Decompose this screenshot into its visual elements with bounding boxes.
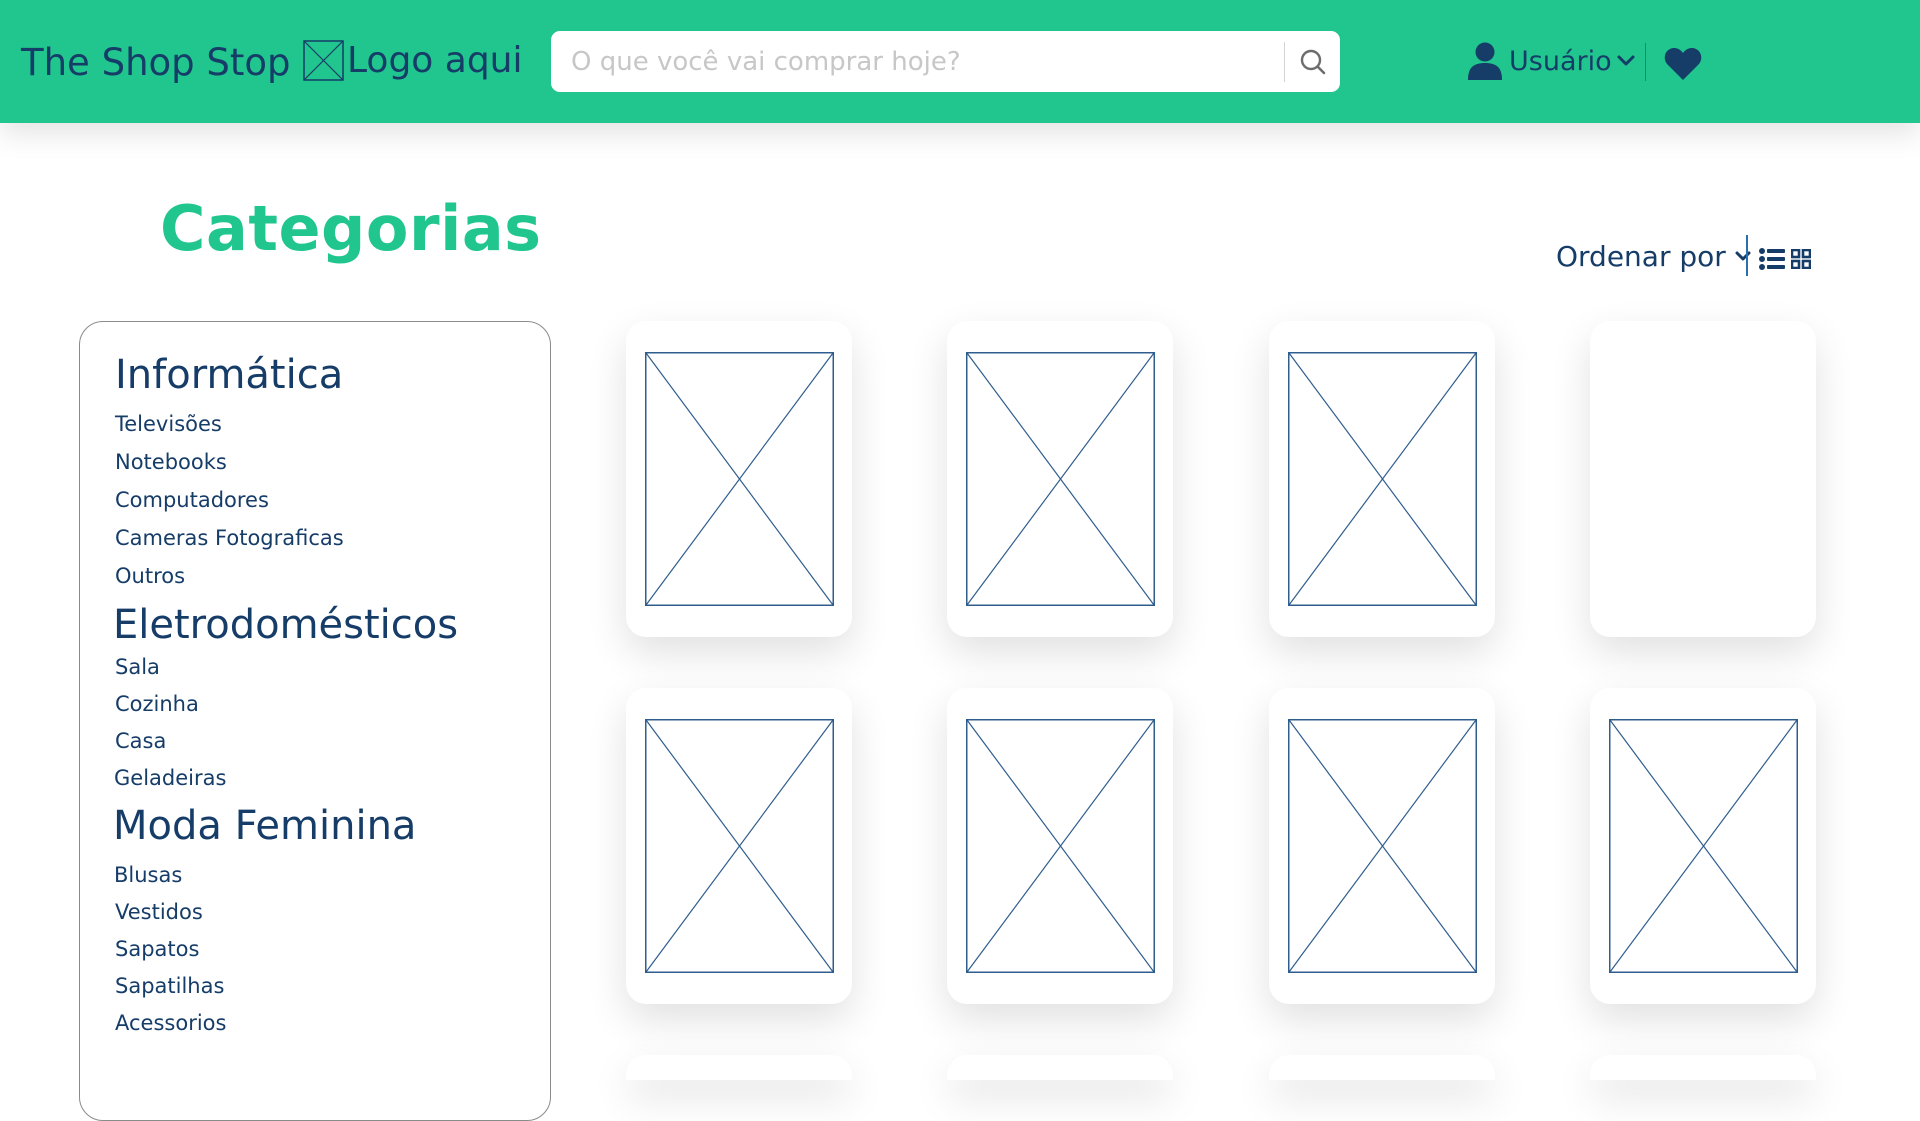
search-bar <box>551 31 1340 92</box>
product-card[interactable] <box>1590 1055 1816 1080</box>
categories-sidebar: Informática Televisões Notebooks Computa… <box>79 321 551 1121</box>
heart-icon <box>1664 48 1702 80</box>
search-icon <box>1300 49 1325 74</box>
category-item-sala[interactable]: Sala <box>115 655 160 679</box>
user-menu[interactable]: Usuário <box>1467 42 1636 80</box>
top-navbar: The Shop Stop Logo aqui Usuário <box>0 0 1920 123</box>
chevron-down-icon <box>1735 251 1751 260</box>
logo[interactable]: Logo aqui <box>303 40 523 81</box>
image-placeholder-icon <box>966 352 1155 606</box>
header-divider <box>1645 43 1646 81</box>
category-item-cameras-fotograficas[interactable]: Cameras Fotograficas <box>115 526 344 550</box>
product-card[interactable] <box>626 688 852 1004</box>
product-card[interactable] <box>1590 321 1816 637</box>
category-item-cozinha[interactable]: Cozinha <box>115 692 199 716</box>
product-card[interactable] <box>1590 688 1816 1004</box>
image-placeholder-icon <box>1609 719 1798 973</box>
brand-name[interactable]: The Shop Stop <box>21 41 291 84</box>
list-view-button[interactable] <box>1759 248 1785 274</box>
product-card[interactable] <box>947 688 1173 1004</box>
product-card[interactable] <box>947 321 1173 637</box>
search-input[interactable] <box>551 31 1284 92</box>
logo-placeholder-icon <box>303 40 344 81</box>
product-card[interactable] <box>1269 1055 1495 1080</box>
image-placeholder-icon <box>966 719 1155 973</box>
user-label: Usuário <box>1509 45 1612 77</box>
category-item-geladeiras[interactable]: Geladeiras <box>114 766 226 790</box>
view-toggle-divider <box>1746 235 1748 276</box>
product-card[interactable] <box>947 1055 1173 1080</box>
product-card[interactable] <box>626 321 852 637</box>
category-title-moda-feminina[interactable]: Moda Feminina <box>113 803 416 849</box>
page-title: Categorias <box>160 192 542 265</box>
chevron-down-icon <box>1617 55 1635 66</box>
category-item-outros[interactable]: Outros <box>115 564 185 588</box>
category-title-informatica[interactable]: Informática <box>115 352 343 398</box>
category-item-vestidos[interactable]: Vestidos <box>115 900 203 924</box>
grid-view-button[interactable] <box>1790 248 1812 273</box>
image-placeholder-icon <box>1288 352 1477 606</box>
list-view-icon <box>1759 248 1785 270</box>
user-icon <box>1468 42 1502 80</box>
sort-dropdown[interactable]: Ordenar por <box>1556 240 1752 273</box>
product-card[interactable] <box>1269 321 1495 637</box>
category-item-sapatilhas[interactable]: Sapatilhas <box>115 974 224 998</box>
search-button[interactable] <box>1285 31 1340 92</box>
category-item-televisoes[interactable]: Televisões <box>115 412 222 436</box>
product-card[interactable] <box>626 1055 852 1080</box>
favorites-button[interactable] <box>1664 47 1702 85</box>
sort-label: Ordenar por <box>1556 240 1726 273</box>
category-item-notebooks[interactable]: Notebooks <box>115 450 227 474</box>
category-item-casa[interactable]: Casa <box>115 729 166 753</box>
logo-text: Logo aqui <box>347 40 523 81</box>
grid-view-icon <box>1790 248 1812 270</box>
category-item-blusas[interactable]: Blusas <box>114 863 182 887</box>
image-placeholder-icon <box>1288 719 1477 973</box>
category-item-sapatos[interactable]: Sapatos <box>115 937 199 961</box>
category-item-computadores[interactable]: Computadores <box>115 488 269 512</box>
image-placeholder-icon <box>645 719 834 973</box>
product-card[interactable] <box>1269 688 1495 1004</box>
category-title-eletrodomesticos[interactable]: Eletrodomésticos <box>113 602 458 648</box>
category-item-acessorios[interactable]: Acessorios <box>115 1011 226 1035</box>
image-placeholder-icon <box>645 352 834 606</box>
